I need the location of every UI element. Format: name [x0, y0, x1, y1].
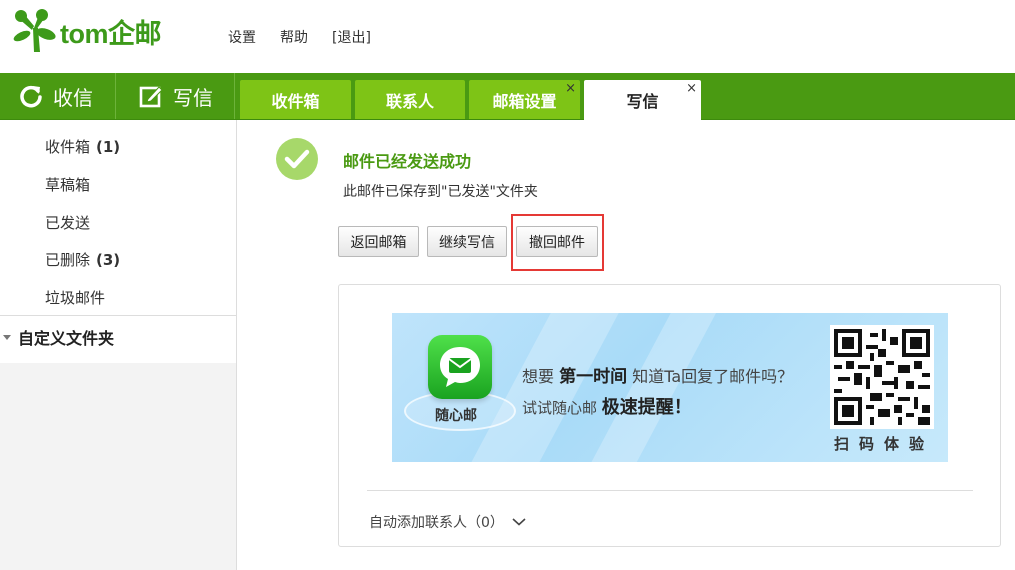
tom-logo[interactable]: tom企邮 — [12, 6, 162, 56]
edit-icon — [139, 86, 163, 108]
success-check-icon — [276, 138, 318, 180]
header: tom企邮 设置 帮助 [退出] — [0, 0, 1015, 73]
compose-mail-label: 写信 — [173, 85, 213, 110]
tab-label: 邮箱设置 — [492, 91, 557, 111]
tab-label: 写信 — [626, 92, 659, 111]
sidebar-divider — [0, 315, 237, 316]
sidebar-item-spam[interactable]: 垃圾邮件 — [45, 287, 105, 308]
continue-writing-button[interactable]: 继续写信 — [427, 226, 507, 257]
folder-label: 草稿箱 — [45, 176, 91, 194]
sidebar-item-sent[interactable]: 已发送 — [45, 212, 90, 233]
main-content: 邮件已经发送成功 此邮件已保存到"已发送"文件夹 返回邮箱 继续写信 撤回邮件 … — [238, 120, 1015, 570]
deleted-count: (3) — [96, 251, 121, 269]
card-divider — [367, 490, 973, 491]
back-to-mailbox-button[interactable]: 返回邮箱 — [338, 226, 419, 257]
tab-compose[interactable]: 写信 × — [584, 80, 701, 120]
success-title: 邮件已经发送成功 — [343, 152, 472, 171]
unread-count: (1) — [96, 138, 121, 156]
logout-link[interactable]: [退出] — [332, 27, 371, 47]
folder-label: 垃圾邮件 — [45, 289, 106, 307]
chevron-down-icon — [512, 518, 526, 526]
tab-mailbox-settings[interactable]: 邮箱设置 × — [469, 80, 580, 119]
app-name: 随心邮 — [435, 408, 477, 424]
promo-text: 试试随心邮 — [522, 399, 598, 417]
promo-line-1: 想要 第一时间 知道Ta回复了邮件吗？ — [522, 362, 793, 387]
receive-mail-button[interactable]: 收信 — [19, 73, 93, 119]
promo-text: 想要 — [522, 367, 555, 386]
tab-close-icon[interactable]: × — [565, 82, 576, 95]
success-subtitle: 此邮件已保存到"已发送"文件夹 — [343, 184, 538, 200]
folder-label: 已删除 — [45, 251, 91, 269]
promo-highlight: 极速提醒！ — [601, 397, 692, 418]
recall-highlight-box — [511, 214, 604, 271]
tab-contacts[interactable]: 联系人 — [355, 80, 465, 119]
custom-folders-toggle[interactable]: 自定义文件夹 — [3, 325, 114, 349]
triangle-down-icon — [3, 334, 11, 340]
sidebar-item-drafts[interactable]: 草稿箱 — [45, 174, 90, 195]
settings-link[interactable]: 设置 — [228, 27, 256, 47]
folder-label: 已发送 — [45, 214, 91, 232]
help-link[interactable]: 帮助 — [280, 27, 308, 47]
nav-divider — [234, 73, 235, 119]
compose-mail-button[interactable]: 写信 — [139, 73, 213, 119]
auto-add-label: 自动添加联系人（0） — [369, 515, 504, 531]
promo-highlight: 第一时间 — [559, 367, 628, 387]
tom-leaf-logo-icon — [13, 9, 56, 52]
sidebar-item-deleted[interactable]: 已删除 (3) — [45, 249, 120, 270]
qr-caption: 扫码体验 — [834, 435, 935, 453]
receive-mail-label: 收信 — [53, 85, 93, 110]
suixinyou-app-icon — [428, 335, 492, 399]
refresh-icon — [20, 85, 42, 108]
tab-label: 收件箱 — [271, 91, 320, 111]
folder-label: 收件箱 — [45, 138, 91, 156]
custom-folders-label: 自定义文件夹 — [18, 329, 115, 348]
tab-inbox[interactable]: 收件箱 — [240, 80, 351, 119]
nav-divider — [115, 73, 116, 119]
promo-card: 随心邮 想要 第一时间 知道Ta回复了邮件吗？ 试试随心邮 极速提醒！ 扫码体验… — [338, 284, 1001, 547]
sidebar-empty-area — [0, 363, 237, 570]
promo-banner[interactable]: 随心邮 想要 第一时间 知道Ta回复了邮件吗？ 试试随心邮 极速提醒！ 扫码体验 — [392, 313, 948, 462]
mail-app: tom企邮 设置 帮助 [退出] 收信 写信 收件箱 联系人 邮箱设置 × 写信… — [0, 0, 1015, 570]
logo-text: tom企邮 — [60, 18, 162, 49]
promo-text: 知道Ta回复了邮件吗？ — [632, 367, 794, 386]
top-links: 设置 帮助 [退出] — [228, 27, 371, 47]
tab-label: 联系人 — [385, 91, 434, 111]
promo-line-2: 试试随心邮 极速提醒！ — [522, 393, 692, 419]
tab-close-icon[interactable]: × — [686, 82, 697, 95]
nav-bar: 收信 写信 收件箱 联系人 邮箱设置 × 写信 × — [0, 73, 1015, 120]
auto-add-contacts-toggle[interactable]: 自动添加联系人（0） — [369, 512, 526, 532]
sidebar-item-inbox[interactable]: 收件箱 (1) — [45, 136, 120, 157]
qr-code-icon — [830, 325, 934, 429]
